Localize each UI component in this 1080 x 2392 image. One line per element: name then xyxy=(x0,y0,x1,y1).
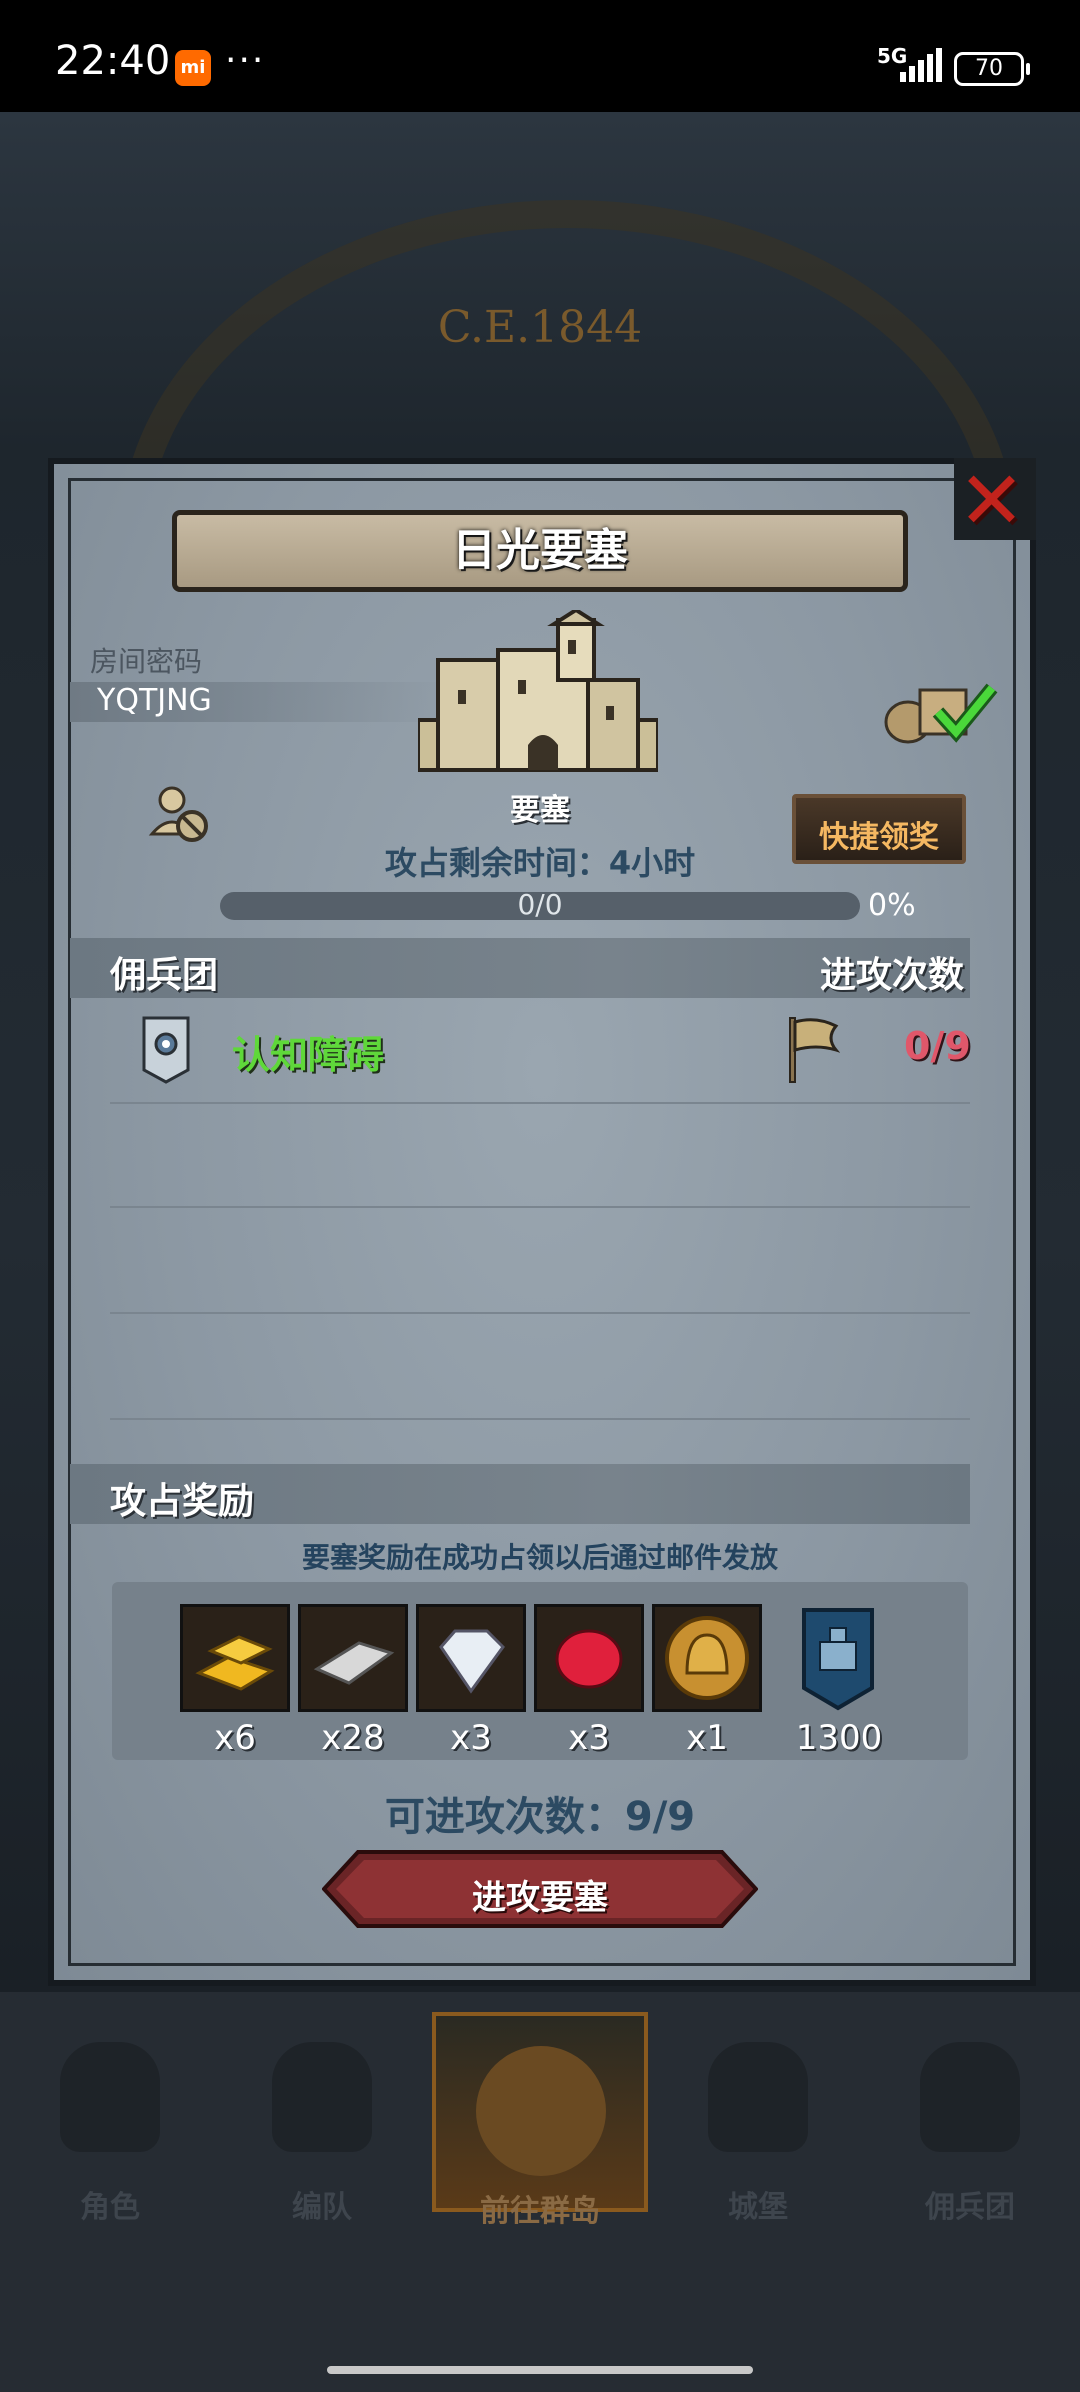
nav-label: 佣兵团 xyxy=(925,2190,1015,2225)
castle-icon xyxy=(708,2042,808,2152)
progress-text: 0/0 xyxy=(517,888,563,921)
guild-attack-count: 0/9 xyxy=(904,1024,971,1068)
attack-fortress-button[interactable]: 进攻要塞 xyxy=(322,1850,758,1928)
dialog-title: 日光要塞 xyxy=(452,525,628,576)
fortress-token-icon[interactable] xyxy=(800,1606,876,1712)
reward-claimed-icon[interactable] xyxy=(878,676,998,746)
nav-label: 角色 xyxy=(80,2190,140,2225)
knight-icon xyxy=(60,2042,160,2152)
occupy-time-left: 攻占剩余时间：4小时 xyxy=(384,844,696,882)
nav-item-islands[interactable]: 前往群岛 xyxy=(432,2012,648,2229)
island-icon xyxy=(476,2046,606,2176)
row-divider xyxy=(110,1312,970,1314)
attacks-column-header: 进攻次数 xyxy=(820,955,965,996)
title-banner: 日光要塞 xyxy=(172,510,908,592)
reward-qty: x6 xyxy=(214,1718,256,1758)
more-notifications-icon: ··· xyxy=(225,40,266,81)
reward-item-silver[interactable] xyxy=(298,1604,408,1712)
diamond-icon xyxy=(439,1629,505,1694)
nav-item-formation[interactable]: 编队 xyxy=(222,2012,422,2225)
nav-label: 前往群岛 xyxy=(480,2194,600,2229)
nav-label: 编队 xyxy=(292,2190,352,2225)
ruby-icon xyxy=(555,1629,623,1689)
status-bar: 22:40 mi ··· 5G 70 xyxy=(0,0,1080,112)
battery-icon: 70 xyxy=(954,52,1030,86)
nav-label: 城堡 xyxy=(728,2190,788,2225)
mercenary-icon xyxy=(920,2042,1020,2152)
reward-item-ruby[interactable] xyxy=(534,1604,644,1712)
status-time: 22:40 xyxy=(55,38,171,84)
guild-name[interactable]: 认知障碍 xyxy=(232,1024,384,1079)
reward-item-gold[interactable] xyxy=(180,1604,290,1712)
reward-qty: x3 xyxy=(568,1718,610,1758)
formation-icon xyxy=(272,2042,372,2152)
reward-section-title: 攻占奖励 xyxy=(110,1481,255,1522)
battery-level: 70 xyxy=(975,56,1003,81)
close-x-icon: ✕ xyxy=(958,454,1026,547)
guild-column-header: 佣兵团 xyxy=(110,955,219,996)
reward-qty: x28 xyxy=(321,1718,385,1758)
close-button[interactable]: ✕ xyxy=(954,454,1036,547)
guild-banner-icon xyxy=(142,1016,190,1084)
room-code[interactable]: YQTJNG xyxy=(97,683,212,718)
row-divider xyxy=(110,1206,970,1208)
room-password-label: 房间密码 xyxy=(90,645,203,678)
row-divider xyxy=(110,1102,970,1104)
era-label: C.E.1844 xyxy=(437,302,643,353)
progress-percent: 0% xyxy=(868,888,916,923)
reward-note: 要塞奖励在成功占领以后通过邮件发放 xyxy=(301,1541,778,1574)
mi-app-icon: mi xyxy=(175,50,211,86)
silver-bar-icon xyxy=(313,1641,395,1685)
reward-item-helmet[interactable] xyxy=(652,1604,762,1712)
nav-item-castle[interactable]: 城堡 xyxy=(658,2012,858,2225)
gold-bar-icon xyxy=(195,1635,275,1691)
signal-icon xyxy=(900,48,942,82)
attack-button-label: 进攻要塞 xyxy=(472,1878,608,1918)
flag-icon xyxy=(789,1017,840,1083)
user-blocked-icon[interactable] xyxy=(148,782,212,846)
home-indicator[interactable] xyxy=(327,2366,753,2374)
remaining-attacks: 可进攻次数：9/9 xyxy=(384,1794,696,1840)
nav-item-mercenary[interactable]: 佣兵团 xyxy=(870,2012,1070,2225)
reward-qty: 1300 xyxy=(795,1718,883,1758)
helmet-coin-icon xyxy=(665,1616,749,1700)
reward-qty: x1 xyxy=(686,1718,728,1758)
bottom-nav: 角色 编队 前往群岛 城堡 佣兵团 xyxy=(0,2012,1080,2229)
reward-item-diamond[interactable] xyxy=(416,1604,526,1712)
nav-item-character[interactable]: 角色 xyxy=(10,2012,210,2225)
reward-qty: x3 xyxy=(450,1718,492,1758)
row-divider xyxy=(110,1418,970,1420)
fortress-icon xyxy=(418,610,658,772)
